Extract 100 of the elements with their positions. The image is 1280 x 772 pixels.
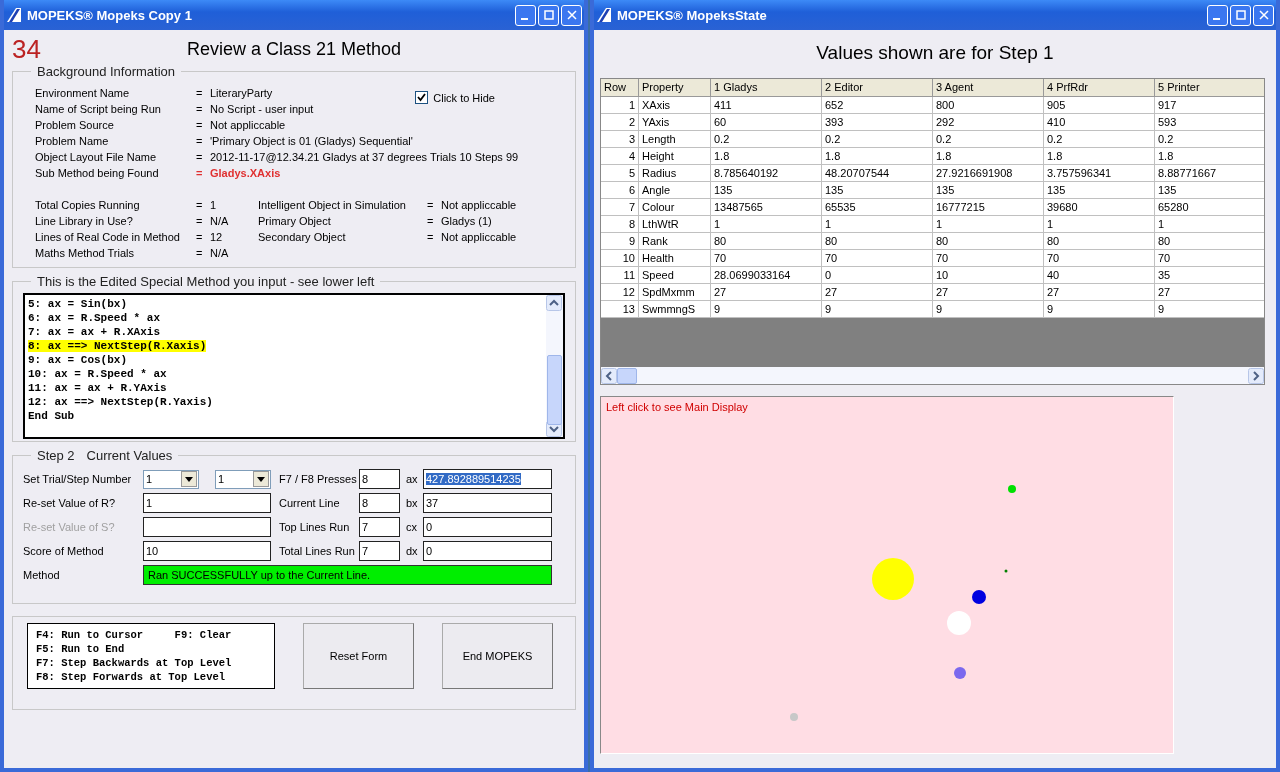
input-field[interactable]: 7 [359,541,400,561]
code-line: 11: ax = ax + R.YAxis [28,382,167,394]
scroll-right-icon[interactable] [1248,367,1264,384]
info-label: Object Layout File Name [35,151,158,163]
maximize-icon [543,10,554,20]
field-label: Set Trial/Step Number [23,473,133,485]
info-label: Maths Method Trials [35,247,136,259]
field-label: ax [405,473,419,485]
input-field[interactable]: 8 [359,469,400,489]
scroll-up-icon[interactable] [546,295,562,311]
counter-number: 34 [12,33,42,65]
input-field[interactable]: 7 [359,517,400,537]
display-hint: Left click to see Main Display [606,401,748,413]
code-line: 6: ax = R.Speed * ax [28,312,161,324]
column-header[interactable]: 5 Printer [1155,79,1264,97]
info-value: N/A [210,247,230,259]
field-label: Re-set Value of S? [23,521,116,533]
code-line: 9: ax = Cos(bx) [28,354,128,366]
equals-sign: = [196,151,204,163]
input-field[interactable]: 37 [423,493,552,513]
hide-checkbox[interactable]: Click to Hide [415,91,495,104]
field-label: Re-set Value of R? [23,497,117,509]
info-value: No Script - user input [210,103,314,115]
input-field[interactable]: 0 [423,517,552,537]
info-label: Environment Name [35,87,131,99]
equals-sign: = [196,231,204,243]
table-cell: 9 [1044,301,1155,318]
code-line: 7: ax = ax + R.XAxis [28,326,161,338]
logo-icon [596,7,612,23]
maximize-button[interactable] [1230,4,1251,26]
info-label: Total Copies Running [35,199,141,211]
info-label: Line Library in Use? [35,215,134,227]
info-value: LiteraryParty [210,87,273,99]
info-label: Name of Script being Run [35,103,162,115]
input-field[interactable] [143,517,271,537]
status-message: Ran SUCCESSFULLY up to the Current Line. [143,565,552,585]
code-line: End Sub [28,410,75,422]
equals-sign: = [196,167,204,179]
form-heading: Review a Class 21 Method [185,38,403,60]
equals-sign: = [196,103,204,115]
minimize-icon [1212,18,1220,20]
equals-sign: = [427,215,434,227]
code-editor[interactable]: 5: ax = Sin(bx) 6: ax = R.Speed * ax 7: ax = ax + R.XAxis 8: ax ==> NextStep(R.Xaxis) 9: ax = Cos(bx) 10: ax = R.Speed * ax 11: ax = ax + R.YAxis 12: ax ==> NextStep(R.Yaxis) End Sub [23,293,565,439]
table-cell: 9 [711,301,822,318]
equals-sign: = [196,135,204,147]
field-label: cx [405,521,418,533]
close-button[interactable] [1253,4,1274,26]
input-field[interactable]: 8 [359,493,400,513]
field-label: dx [405,545,419,557]
column-header[interactable]: 1 Gladys [711,79,822,97]
column-header[interactable]: 3 Agent [933,79,1044,97]
table-cell: 9 [822,301,933,318]
minimize-button[interactable] [1207,4,1228,26]
end-button[interactable]: End MOPEKS [442,623,553,689]
input-field[interactable]: 1 [143,493,271,513]
info-label: Intelligent Object in Simulation [258,199,406,211]
reset-button[interactable]: Reset Form [303,623,414,689]
input-field[interactable]: 0 [423,541,552,561]
display-canvas[interactable]: Left click to see Main Display [600,396,1174,754]
info-value: Gladys (1) [441,215,492,227]
equals-sign: = [196,215,204,227]
minimize-button[interactable] [515,4,536,26]
window-title: MOPEKS® MopeksState [617,7,767,23]
column-header[interactable]: Row [601,79,639,97]
input-field[interactable]: 10 [143,541,271,561]
info-value: Not appliccable [210,119,286,131]
code-line: 12: ax ==> NextStep(R.Yaxis) [28,396,213,408]
maximize-icon [1235,10,1246,20]
table-cell: SwmmngS [639,301,711,318]
caret-icon [181,471,197,487]
info-value: 'Primary Object is 01 (Gladys) Sequential' [210,135,413,147]
field-label: Score of Method [23,545,105,557]
info-value: 2012-11-17@12.34.21 Gladys at 37 degrees Trials 10 Steps 99 [210,151,519,163]
info-value: 1 [210,199,218,211]
scroll-thumb[interactable] [617,367,637,384]
column-header[interactable]: Property [639,79,711,97]
column-header[interactable]: 2 Editor [822,79,933,97]
table-cell: 13 [601,301,639,318]
equals-sign: = [196,87,204,99]
step-dropdown[interactable]: 1 [215,469,271,489]
close-button[interactable] [561,4,582,26]
info-value: 12 [210,231,224,243]
field-label: bx [405,497,419,509]
window-title: MOPEKS® Mopeks Copy 1 [27,7,192,23]
trial-dropdown[interactable]: 1 [143,469,199,489]
field-label: Current Line [278,497,341,509]
field-label: Total Lines Run [278,545,356,557]
checkmark-icon [417,93,427,102]
field-label: Top Lines Run [278,521,351,533]
maximize-button[interactable] [538,4,559,26]
horizontal-scrollbar[interactable] [601,367,1264,384]
input-field[interactable]: 427.892889514235 [423,469,552,489]
step-heading: Values shown are for Step 1 [815,41,1055,65]
scroll-left-icon[interactable] [601,367,617,384]
panel-legend: Current Values [86,448,173,463]
equals-sign: = [427,231,434,243]
logo-icon [6,7,22,23]
vertical-scrollbar[interactable] [546,295,563,437]
column-header[interactable]: 4 PrfRdr [1044,79,1155,97]
info-value: Not appliccable [441,199,517,211]
